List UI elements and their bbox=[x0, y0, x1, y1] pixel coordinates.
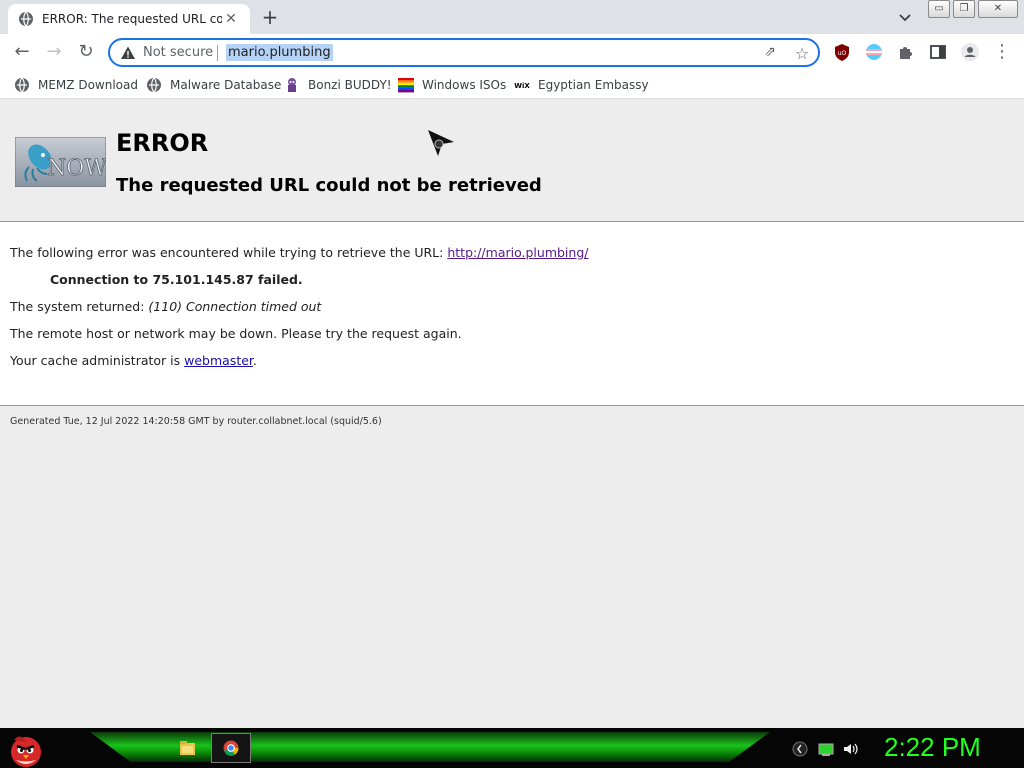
error-content: The following error was encountered whil… bbox=[0, 222, 1024, 405]
forward-button[interactable]: → bbox=[42, 41, 66, 65]
globe-icon bbox=[15, 77, 29, 93]
puzzle-icon[interactable] bbox=[896, 42, 916, 62]
bookmark-label: Windows ISOs bbox=[422, 78, 507, 92]
globe-icon bbox=[147, 77, 161, 93]
wix-icon: WiX bbox=[514, 82, 530, 90]
tab-active[interactable]: ERROR: The requested URL could not be re… bbox=[8, 4, 250, 34]
system-returned-label: The system returned: bbox=[10, 299, 149, 314]
mouse-cursor-icon bbox=[428, 130, 454, 156]
error-intro: The following error was encountered whil… bbox=[10, 245, 588, 260]
reload-button[interactable]: ↻ bbox=[74, 41, 98, 65]
bookmark-windows-isos[interactable]: Windows ISOs bbox=[398, 76, 506, 94]
svg-text:WiX: WiX bbox=[514, 82, 530, 90]
new-tab-button[interactable]: + bbox=[258, 7, 282, 29]
bookmark-egyptian-embassy[interactable]: WiX Egyptian Embassy bbox=[514, 76, 649, 94]
bookmark-label: MEMZ Download bbox=[38, 78, 138, 92]
warning-icon[interactable] bbox=[120, 45, 136, 61]
bookmark-label: Bonzi BUDDY! bbox=[308, 78, 392, 92]
system-returned-error: (110) Connection timed out bbox=[148, 299, 322, 314]
minimize-button[interactable]: ▭ bbox=[928, 0, 950, 18]
error-intro-text: The following error was encountered whil… bbox=[10, 245, 448, 260]
browser-toolbar: ← → ↻ Not secure mario.plumbing ⇗ ☆ uO ⋮ bbox=[0, 34, 1024, 71]
globe-icon bbox=[19, 11, 33, 27]
taskbar-clock[interactable]: 2:22 PM bbox=[884, 732, 981, 763]
svg-text:NOW: NOW bbox=[47, 156, 106, 181]
profile-icon[interactable] bbox=[960, 42, 980, 62]
volume-icon[interactable] bbox=[842, 741, 858, 757]
omnibox-divider bbox=[217, 45, 218, 61]
cache-admin-suffix: . bbox=[252, 353, 257, 368]
close-window-button[interactable]: ✕ bbox=[978, 0, 1018, 18]
bookmark-malware-database[interactable]: Malware Database bbox=[146, 76, 281, 94]
cache-admin-label: Your cache administrator is bbox=[10, 353, 185, 368]
menu-icon[interactable]: ⋮ bbox=[990, 41, 1014, 65]
squid-logo: NOW bbox=[15, 137, 106, 187]
page-viewport: NOW ERROR The requested URL could not be… bbox=[0, 101, 1024, 728]
bookmark-bonzi-buddy[interactable]: Bonzi BUDDY! bbox=[284, 76, 392, 94]
chrome-taskbar-icon[interactable] bbox=[211, 733, 251, 763]
page-title: ERROR bbox=[116, 129, 209, 157]
ublock-icon[interactable]: uO bbox=[832, 42, 852, 62]
tab-title: ERROR: The requested URL could not be re… bbox=[42, 12, 222, 26]
requested-url-link[interactable]: http://mario.plumbing/ bbox=[447, 245, 588, 260]
share-icon[interactable]: ⇗ bbox=[761, 44, 779, 62]
file-explorer-icon[interactable] bbox=[167, 733, 207, 763]
svg-text:uO: uO bbox=[838, 50, 847, 57]
url-text[interactable]: mario.plumbing bbox=[226, 44, 333, 61]
windows-flag-icon bbox=[398, 78, 414, 93]
generated-footer: Generated Tue, 12 Jul 2022 14:20:58 GMT … bbox=[10, 416, 382, 427]
bookmark-label: Egyptian Embassy bbox=[538, 78, 649, 92]
bookmark-star-icon[interactable]: ☆ bbox=[793, 44, 811, 63]
bonzi-icon bbox=[288, 78, 296, 92]
bookmarks-bar: MEMZ Download Malware Database Bonzi BUD… bbox=[0, 71, 1024, 99]
retry-hint: The remote host or network may be down. … bbox=[10, 326, 462, 341]
address-bar[interactable]: Not secure mario.plumbing ⇗ ☆ bbox=[108, 38, 820, 67]
tray-chevron-icon[interactable] bbox=[792, 741, 808, 757]
page-subtitle: The requested URL could not be retrieved bbox=[116, 175, 542, 196]
webmaster-link[interactable]: webmaster bbox=[184, 353, 253, 368]
taskbar: 2:22 PM bbox=[0, 728, 1024, 768]
bookmark-memz[interactable]: MEMZ Download bbox=[14, 76, 138, 94]
tab-search-icon[interactable] bbox=[896, 8, 914, 26]
battery-icon[interactable] bbox=[818, 741, 834, 757]
security-status[interactable]: Not secure bbox=[143, 45, 213, 60]
connection-failed-text: Connection to 75.101.145.87 failed. bbox=[50, 272, 303, 287]
trans-flag-icon[interactable] bbox=[864, 42, 884, 62]
back-button[interactable]: ← bbox=[10, 41, 34, 65]
sidepanel-icon[interactable] bbox=[928, 42, 948, 62]
angry-bird-start-icon[interactable] bbox=[6, 730, 46, 768]
bookmark-label: Malware Database bbox=[170, 78, 282, 92]
tab-strip: ERROR: The requested URL could not be re… bbox=[0, 0, 1024, 34]
tab-close-icon[interactable]: ✕ bbox=[222, 11, 240, 27]
cache-admin: Your cache administrator is webmaster. bbox=[10, 353, 257, 368]
system-returned: The system returned: (110) Connection ti… bbox=[10, 299, 321, 314]
restore-button[interactable]: ❐ bbox=[953, 0, 975, 18]
divider-bottom bbox=[0, 405, 1024, 406]
